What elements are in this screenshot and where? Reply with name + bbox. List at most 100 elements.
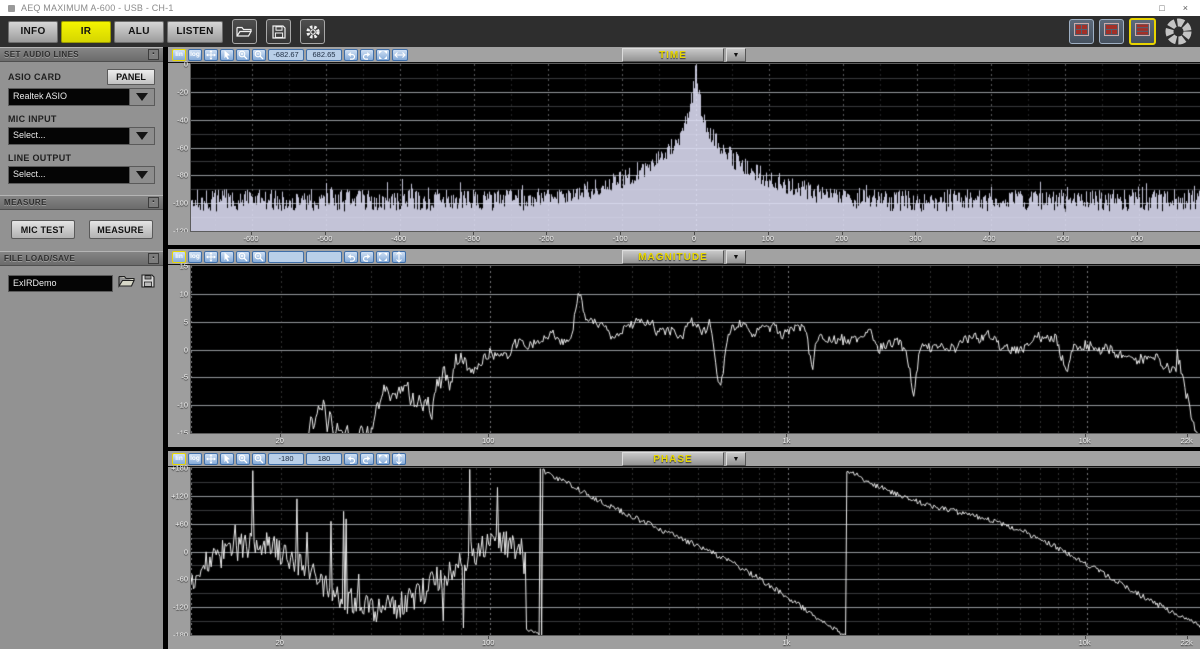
- measure-button[interactable]: MEASURE: [89, 220, 153, 239]
- zoom-in-button[interactable]: [236, 453, 250, 465]
- zoom-in-button[interactable]: [236, 251, 250, 263]
- y-tick-label: -120: [173, 603, 188, 612]
- pan-button[interactable]: [204, 453, 218, 465]
- x-tick-label: 20: [276, 436, 284, 445]
- cursor-button[interactable]: [220, 49, 234, 61]
- load-ir-folder-icon[interactable]: [118, 274, 136, 293]
- phase-range-field[interactable]: 180: [306, 453, 342, 465]
- layout-three-panel-button[interactable]: [1129, 18, 1156, 45]
- log-scale-button[interactable]: log: [188, 49, 202, 61]
- pan-button[interactable]: [204, 49, 218, 61]
- time-view-selector[interactable]: TIME: [622, 48, 724, 62]
- y-tick-label: 10: [180, 289, 188, 298]
- redo-button[interactable]: [360, 453, 374, 465]
- section-collapse-icon[interactable]: ▪: [148, 197, 159, 208]
- time-plot-area[interactable]: [190, 63, 1200, 232]
- y-tick-label: -60: [177, 575, 188, 584]
- layout-one-panel-button[interactable]: [1069, 19, 1094, 44]
- chevron-down-icon[interactable]: ▼: [726, 250, 746, 264]
- x-tick-label: 10k: [1079, 638, 1091, 647]
- layout-grid-icon: [1104, 23, 1119, 41]
- file-section-header: FILE LOAD/SAVE ▪: [0, 251, 163, 266]
- magnitude-range-field[interactable]: [306, 251, 342, 263]
- y-tick-label: +180: [171, 464, 188, 473]
- phase-range-field[interactable]: -180: [268, 453, 304, 465]
- expand-button[interactable]: [376, 453, 390, 465]
- tab-ir[interactable]: IR: [61, 21, 111, 43]
- tab-listen[interactable]: LISTEN: [167, 21, 223, 43]
- magnitude-view-selector[interactable]: MAGNITUDE: [622, 250, 724, 264]
- undo-button[interactable]: [344, 251, 358, 263]
- settings-button[interactable]: [300, 19, 325, 44]
- y-tick-label: +60: [175, 519, 188, 528]
- section-collapse-icon[interactable]: ▪: [148, 49, 159, 60]
- audio-section-body: ASIO CARD PANEL Realtek ASIO MIC INPUT S…: [0, 62, 163, 195]
- x-tick-label: 100: [762, 234, 775, 243]
- log-scale-button[interactable]: log: [188, 251, 202, 263]
- close-button[interactable]: ×: [1183, 4, 1188, 13]
- expand-button[interactable]: [376, 49, 390, 61]
- panel-time: linlog-682.67682.65 TIME ▼ 0-20-40-60-80…: [168, 47, 1200, 245]
- asio-card-select[interactable]: Realtek ASIO: [8, 88, 155, 106]
- main-toolbar: INFO IR ALU LISTEN: [0, 16, 1200, 47]
- time-range-field[interactable]: 682.65: [306, 49, 342, 61]
- cursor-button[interactable]: [220, 453, 234, 465]
- zoom-out-button[interactable]: [252, 251, 266, 263]
- x-tick-label: 10k: [1079, 436, 1091, 445]
- floppy-disk-icon: [272, 25, 286, 39]
- phase-view-selector[interactable]: PHASE: [622, 452, 724, 466]
- section-collapse-icon[interactable]: ▪: [148, 253, 159, 264]
- x-tick-label: -500: [317, 234, 332, 243]
- undo-button[interactable]: [344, 453, 358, 465]
- h-range-button[interactable]: [392, 49, 408, 61]
- y-tick-label: 0: [184, 345, 188, 354]
- chevron-down-icon[interactable]: [129, 128, 154, 144]
- save-ir-floppy-icon[interactable]: [141, 274, 155, 293]
- undo-button[interactable]: [344, 49, 358, 61]
- open-file-button[interactable]: [232, 19, 257, 44]
- x-tick-label: 100: [482, 436, 495, 445]
- layout-two-panel-button[interactable]: [1099, 19, 1124, 44]
- time-range-field[interactable]: -682.67: [268, 49, 304, 61]
- titlebar: AEQ MAXIMUM A-600 - USB - CH-1 □ ×: [0, 0, 1200, 16]
- expand-button[interactable]: [376, 251, 390, 263]
- cursor-button[interactable]: [220, 251, 234, 263]
- line-output-select[interactable]: Select...: [8, 166, 155, 184]
- x-tick-label: 100: [482, 638, 495, 647]
- log-scale-button[interactable]: log: [188, 453, 202, 465]
- v-range-button[interactable]: [392, 251, 406, 263]
- tab-alu[interactable]: ALU: [114, 21, 164, 43]
- pan-button[interactable]: [204, 251, 218, 263]
- y-tick-label: -40: [177, 115, 188, 124]
- zoom-in-button[interactable]: [236, 49, 250, 61]
- mic-input-label: MIC INPUT: [8, 114, 57, 124]
- tab-info[interactable]: INFO: [8, 21, 58, 43]
- x-tick-label: 1k: [782, 638, 790, 647]
- asio-panel-button[interactable]: PANEL: [107, 69, 155, 85]
- zoom-out-button[interactable]: [252, 49, 266, 61]
- phase-toolbar: linlog-180180 PHASE ▼: [168, 451, 1200, 467]
- mic-test-button[interactable]: MIC TEST: [11, 220, 75, 239]
- chevron-down-icon[interactable]: [129, 167, 154, 183]
- x-tick-label: 400: [983, 234, 996, 243]
- magnitude-range-field[interactable]: [268, 251, 304, 263]
- magnitude-plot-area[interactable]: [190, 265, 1200, 434]
- y-tick-label: -10: [177, 401, 188, 410]
- save-button[interactable]: [266, 19, 291, 44]
- phase-plot-area[interactable]: [190, 467, 1200, 636]
- folder-open-icon: [236, 25, 253, 38]
- chevron-down-icon[interactable]: [129, 89, 154, 105]
- x-tick-label: 500: [1057, 234, 1070, 243]
- chevron-down-icon[interactable]: ▼: [726, 48, 746, 62]
- redo-button[interactable]: [360, 251, 374, 263]
- maximize-button[interactable]: □: [1159, 4, 1164, 13]
- time-y-axis: 0-20-40-60-80-100-120: [168, 63, 190, 232]
- chevron-down-icon[interactable]: ▼: [726, 452, 746, 466]
- redo-button[interactable]: [360, 49, 374, 61]
- x-tick-label: 600: [1131, 234, 1144, 243]
- zoom-out-button[interactable]: [252, 453, 266, 465]
- v-range-button[interactable]: [392, 453, 406, 465]
- mic-input-select[interactable]: Select...: [8, 127, 155, 145]
- ir-filename-input[interactable]: ExIRDemo: [8, 275, 113, 292]
- x-tick-label: 22k: [1181, 638, 1193, 647]
